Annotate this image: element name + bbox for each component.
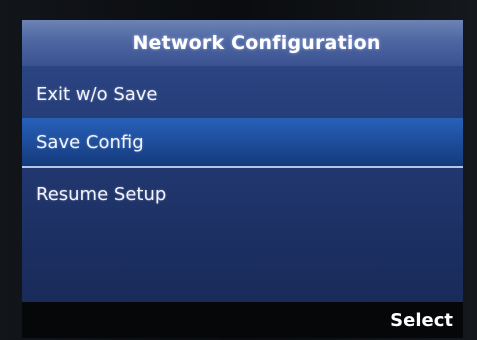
menu-item-label: Exit w/o Save bbox=[36, 83, 158, 105]
page-title: Network Configuration bbox=[132, 32, 381, 54]
display-screen: Network Configuration Exit w/o Save Save… bbox=[22, 20, 463, 338]
menu-item-exit-without-save[interactable]: Exit w/o Save bbox=[22, 69, 463, 119]
select-softkey[interactable]: Select bbox=[390, 310, 453, 331]
menu-list: Exit w/o Save Save Config Resume Setup bbox=[22, 66, 463, 320]
menu-item-label: Save Config bbox=[36, 131, 144, 153]
softkey-bar: Select bbox=[22, 302, 463, 338]
menu-item-resume-setup[interactable]: Resume Setup bbox=[22, 169, 463, 219]
menu-item-save-config[interactable]: Save Config bbox=[22, 118, 463, 166]
title-bar: Network Configuration bbox=[22, 20, 463, 66]
menu-divider bbox=[22, 166, 463, 168]
device-bezel: Network Configuration Exit w/o Save Save… bbox=[0, 0, 477, 340]
menu-item-label: Resume Setup bbox=[36, 183, 167, 205]
